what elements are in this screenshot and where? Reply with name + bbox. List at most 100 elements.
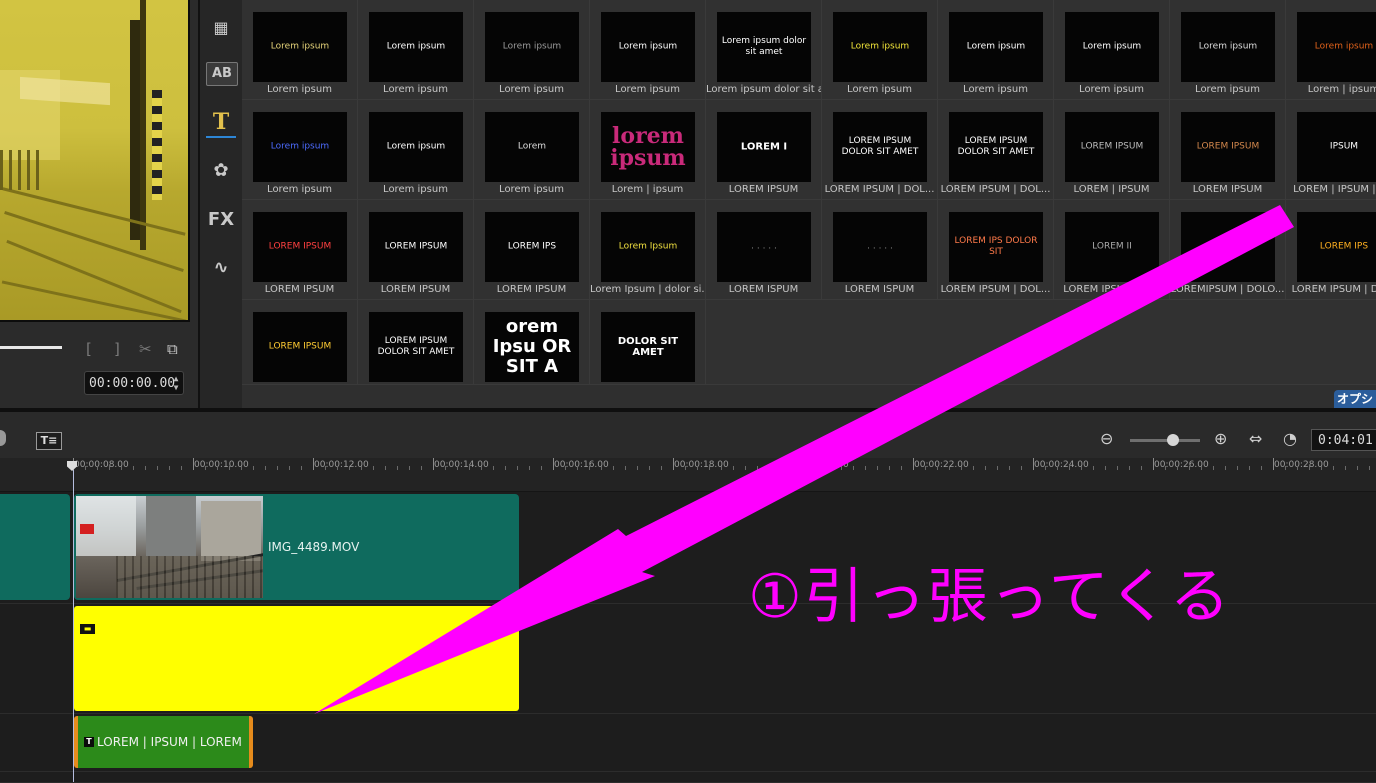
ruler-minor-tick (925, 466, 926, 470)
media-library-tool[interactable]: ▦ (206, 14, 236, 42)
zoom-slider[interactable] (1130, 439, 1200, 442)
zoom-out-icon[interactable]: ⊖ (1100, 429, 1113, 448)
title-preset-item[interactable]: Lorem Lorem ipsum (474, 100, 590, 200)
title-preset-item[interactable]: Lorem ipsum dolor sit amet Lorem ipsum do… (706, 0, 822, 100)
title-preset-item[interactable]: Lorem ipsum Lorem ipsum (474, 0, 590, 100)
title-preset-item[interactable]: LOREM IPSUM LOREM | IPSUM (1054, 100, 1170, 200)
title-preset-item[interactable]: Lorem ipsum Lorem | ipsum (1286, 0, 1376, 100)
ruler-minor-tick (649, 466, 650, 470)
title-preset-thumbnail: Lorem (485, 112, 579, 182)
preview-video[interactable] (0, 0, 188, 320)
ruler-minor-tick (853, 466, 854, 470)
title-preset-preview-text: LOREM IPSUM (1080, 141, 1144, 152)
split-clip-icon[interactable]: ✂ (139, 340, 152, 358)
ruler-minor-tick (745, 466, 746, 470)
preview-timecode[interactable]: 00:00:00.00 ▲ ▼ (84, 371, 184, 395)
title-preset-item[interactable]: LOREM I LOREM IPSUM (706, 100, 822, 200)
ruler-minor-tick (637, 466, 638, 470)
title-preset-thumbnail: LOREM I (717, 112, 811, 182)
title-preset-thumbnail: LOREM II (1065, 212, 1159, 282)
zoom-in-icon[interactable]: ⊕ (1214, 429, 1227, 448)
timecode-value: 00:00:00.00 (89, 376, 176, 391)
media-icon: ▦ (213, 18, 229, 37)
annotation-text: ①引っ張ってくる (748, 562, 1232, 632)
video-clip[interactable]: IMG_4489.MOV (74, 494, 519, 600)
mark-in-button[interactable]: [ (86, 340, 92, 358)
ruler-minor-tick (205, 466, 206, 470)
graphic-tool[interactable]: ✿ (206, 157, 236, 185)
ruler-minor-tick (1333, 466, 1334, 470)
title-preset-item[interactable]: LOREM IPSUM DOLOR SIT AMET LOREM IPSUM | … (938, 100, 1054, 200)
path-tool[interactable]: ∿ (206, 254, 236, 282)
ruler-minor-tick (961, 466, 962, 470)
title-preset-item[interactable]: LOREM IPSUM LOREM IPSUM (242, 200, 358, 300)
title-preset-item[interactable]: lorem ipsum Lorem | ipsum (590, 100, 706, 200)
overlay-color-clip[interactable]: ▬ (74, 606, 519, 711)
video-clip-previous[interactable] (0, 494, 70, 600)
title-preset-thumbnail: . . . . . (717, 212, 811, 282)
ruler-minor-tick (361, 466, 362, 470)
title-preset-thumbnail: LOREM IPSUM (1065, 112, 1159, 182)
title-clip[interactable]: T LOREM | IPSUM | LOREM (74, 716, 253, 768)
title-preset-item[interactable]: Lorem Ipsum Lorem Ipsum | dolor si... (590, 200, 706, 300)
ruler-minor-tick (697, 466, 698, 470)
project-duration[interactable]: 0:04:01 (1311, 429, 1376, 451)
title-preset-label: Lorem ipsum (383, 84, 448, 95)
title-preset-item[interactable]: LOREM IPSUM DOLOR SIT AMET LOREM IPSUM | … (822, 100, 938, 200)
ruler-minor-tick (1117, 466, 1118, 470)
title-track-button[interactable]: T≡ (36, 432, 62, 450)
ruler-minor-tick (1141, 466, 1142, 470)
transition-tool[interactable]: AB (206, 62, 238, 86)
title-preset-item[interactable]: Lorem ipsum Lorem ipsum (938, 0, 1054, 100)
ruler-minor-tick (1009, 466, 1010, 470)
title-preset-thumbnail: LOREM IPS (1297, 212, 1376, 282)
title-preset-item[interactable]: LOREM IPSUM LOREM IPSUM (358, 200, 474, 300)
timecode-spinner[interactable]: ▲ ▼ (171, 374, 181, 392)
title-preset-item[interactable]: LOREM IPS LOREM IPSUM | DO... (1286, 200, 1376, 300)
ruler-minor-tick (613, 466, 614, 470)
title-preset-thumbnail: Lorem ipsum (949, 12, 1043, 82)
title-preset-preview-text: LOREM IPS (507, 241, 557, 252)
title-preset-item[interactable]: LOREM IPS DOLOR SIT LOREM IPSUM | DOL... (938, 200, 1054, 300)
title-preset-item[interactable]: LOREM IPS LOREM IPSUM (474, 200, 590, 300)
ruler-minor-tick (1345, 466, 1346, 470)
title-preset-item[interactable]: Lorem ipsum Lorem ipsum (242, 100, 358, 200)
title-preset-item[interactable]: LOREM LOREMIPSUM | DOLO... (1170, 200, 1286, 300)
title-preset-item[interactable]: Lorem ipsum Lorem ipsum (1054, 0, 1170, 100)
title-preset-item[interactable]: IPSUM LOREM | IPSUM | L... (1286, 100, 1376, 200)
filter-tool[interactable]: FX (206, 206, 236, 234)
title-preset-item[interactable]: Lorem ipsum Lorem ipsum (358, 100, 474, 200)
ruler-minor-tick (1369, 466, 1370, 470)
ruler-minor-tick (601, 466, 602, 470)
preview-scrub-bar[interactable] (0, 346, 62, 349)
ruler-minor-tick (1285, 466, 1286, 470)
ruler-minor-tick (253, 466, 254, 470)
title-preset-item[interactable]: Lorem ipsum Lorem ipsum (242, 0, 358, 100)
ruler-minor-tick (1129, 466, 1130, 470)
title-preset-preview-text: Lorem ipsum (1198, 41, 1258, 52)
title-preset-item[interactable]: LOREM II LOREM IPSUM | D... (1054, 200, 1170, 300)
mark-out-button[interactable]: ] (114, 340, 120, 358)
timeline-ruler[interactable]: 00:00:08.00 00:00:10.00 00:00:12.00 00:00:1… (0, 458, 1376, 492)
fit-project-icon[interactable]: ⇔ (1249, 429, 1262, 448)
title-preset-item[interactable]: . . . . . LOREM ISPUM (706, 200, 822, 300)
title-preset-item[interactable]: Lorem ipsum Lorem ipsum (1170, 0, 1286, 100)
title-preset-thumbnail: Lorem ipsum (1297, 12, 1376, 82)
title-preset-item[interactable]: Lorem ipsum Lorem ipsum (358, 0, 474, 100)
title-tool[interactable]: T (206, 108, 236, 138)
title-preset-preview-text: . . . . . (751, 241, 777, 252)
ruler-minor-tick (1357, 466, 1358, 470)
title-preset-item[interactable]: . . . . . LOREM ISPUM (822, 200, 938, 300)
title-preset-item[interactable]: Lorem ipsum Lorem ipsum (590, 0, 706, 100)
title-clip-icon: T (84, 737, 94, 747)
ruler-minor-tick (901, 466, 902, 470)
ruler-minor-tick (997, 466, 998, 470)
title-preset-preview-text: LOREM IPS (1319, 241, 1369, 252)
title-preset-item[interactable]: LOREM IPSUM LOREM IPSUM (1170, 100, 1286, 200)
ruler-minor-tick (97, 466, 98, 470)
title-preset-label: Lorem ipsum (499, 184, 564, 195)
title-preset-preview-text: Lorem ipsum (270, 141, 330, 152)
options-button[interactable]: オプシ (1334, 390, 1376, 408)
title-preset-item[interactable]: Lorem ipsum Lorem ipsum (822, 0, 938, 100)
copy-to-clipboard-icon[interactable]: ⧉ (167, 340, 178, 358)
